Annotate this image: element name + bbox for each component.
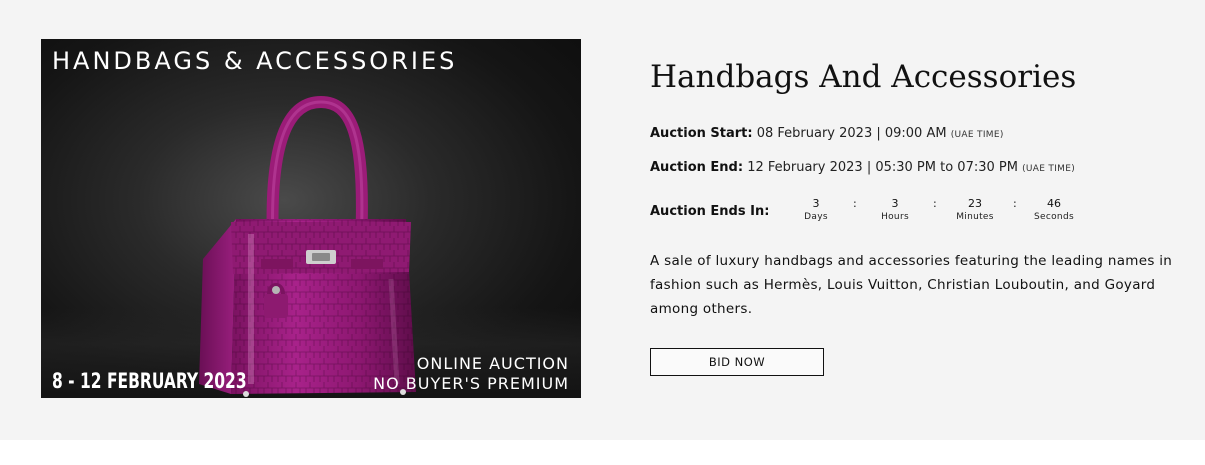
auction-card: HANDBAGS & ACCESSORIES 8 - 12 FEBRUARY 2…: [0, 0, 1205, 440]
auction-end-timezone: (UAE TIME): [1022, 164, 1076, 174]
countdown-days-value: 3: [812, 197, 820, 210]
countdown-separator: :: [1013, 197, 1017, 210]
auction-start-timezone: (UAE TIME): [950, 130, 1004, 140]
countdown-minutes: 23 Minutes: [945, 196, 1005, 224]
banner-headline: HANDBAGS & ACCESSORIES: [52, 47, 458, 75]
countdown-hours: 3 Hours: [865, 196, 925, 224]
banner-dates: 8 - 12 FEBRUARY 2023: [52, 369, 247, 393]
bid-now-button[interactable]: BID NOW: [650, 348, 824, 376]
auction-description: A sale of luxury handbags and accessorie…: [650, 253, 1173, 317]
auction-ends-in-label: Auction Ends In:: [650, 204, 770, 219]
countdown-separator: :: [933, 197, 937, 210]
handbag-illustration: [199, 95, 416, 397]
banner-no-buyers-premium: NO BUYER'S PREMIUM: [373, 374, 569, 393]
countdown-hours-label: Hours: [881, 212, 909, 222]
auction-banner-image[interactable]: HANDBAGS & ACCESSORIES 8 - 12 FEBRUARY 2…: [41, 39, 581, 398]
countdown-minutes-value: 23: [968, 197, 982, 210]
countdown-hours-value: 3: [891, 197, 899, 210]
banner-sale-info: ONLINE AUCTION NO BUYER'S PREMIUM: [373, 354, 569, 394]
auction-start-value: 08 February 2023 | 09:00 AM: [756, 126, 947, 141]
banner-online-auction: ONLINE AUCTION: [416, 354, 569, 373]
countdown-minutes-label: Minutes: [956, 212, 994, 222]
auction-start-row: Auction Start: 08 February 2023 | 09:00 …: [650, 126, 1004, 141]
auction-start-label: Auction Start:: [650, 126, 753, 141]
countdown-days: 3 Days: [786, 196, 846, 224]
auction-end-label: Auction End:: [650, 160, 744, 175]
countdown-seconds-label: Seconds: [1034, 212, 1074, 222]
countdown-days-label: Days: [804, 212, 828, 222]
auction-end-value: 12 February 2023 | 05:30 PM to 07:30 PM: [747, 160, 1018, 175]
auction-end-row: Auction End: 12 February 2023 | 05:30 PM…: [650, 160, 1075, 175]
countdown-separator: :: [853, 197, 857, 210]
countdown-seconds: 46 Seconds: [1024, 196, 1084, 224]
auction-title: Handbags And Accessories: [650, 59, 1077, 95]
countdown-seconds-value: 46: [1047, 197, 1061, 210]
